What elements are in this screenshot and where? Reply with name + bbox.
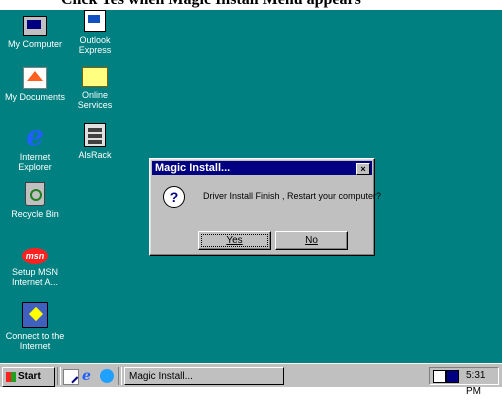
windows-logo-icon [6,372,16,382]
close-button[interactable]: × [356,163,370,175]
desktop-icon-label: Outlook Express [78,35,112,55]
tray-icon[interactable] [433,370,446,383]
question-icon: ? [163,186,185,208]
desktop-icon-online-services[interactable]: Online Services [60,61,130,110]
desktop-icon-label: Recycle Bin [11,209,59,219]
show-desktop-icon[interactable] [63,369,79,385]
desktop-icon-alsrack[interactable]: AlsRack [60,123,130,160]
desktop: My Computer Outlook Express My Documents… [0,10,502,363]
start-label: Start [18,371,41,382]
dialog-message: Driver Install Finish , Restart your com… [203,191,382,201]
dialog-title: Magic Install... [155,162,231,174]
taskbar-item-magic-install[interactable]: Magic Install... [124,367,284,385]
clock[interactable]: 5:31 PM [466,368,498,400]
folder-icon [82,67,108,87]
desktop-icon-label: Internet Explorer [18,152,52,172]
outlook-express-icon[interactable] [100,369,114,383]
system-tray: 5:31 PM [429,367,499,397]
internet-explorer-icon: e [26,119,44,152]
desktop-icon-msn[interactable]: msn Setup MSN Internet A... [0,242,70,287]
dialog-titlebar[interactable]: Magic Install... × [152,161,372,175]
magic-install-dialog: Magic Install... × ? Driver Install Fini… [149,158,381,256]
start-button[interactable]: Start [2,367,55,387]
page-header-cutoff: Click Yes when Magic Install Menu appear… [0,0,502,10]
outlook-express-icon [84,10,106,32]
desktop-icon-label: AlsRack [78,150,112,160]
taskbar-separator [118,367,122,385]
desktop-icon-label: Online Services [77,90,113,110]
desktop-icon-label: Setup MSN Internet A... [11,267,59,287]
instruction-text: Click Yes when Magic Install Menu appear… [61,0,361,9]
my-documents-icon [23,67,47,89]
desktop-icon-recycle-bin[interactable]: Recycle Bin [0,182,70,219]
desktop-icon-label: Connect to the Internet [5,331,65,351]
my-computer-icon [23,16,47,36]
desktop-icon-connect-internet[interactable]: Connect to the Internet [0,302,70,351]
desktop-icon-outlook-express[interactable]: Outlook Express [60,10,130,55]
connect-internet-icon [22,302,48,328]
msn-icon: msn [22,248,48,264]
internet-explorer-icon[interactable]: e [82,369,96,383]
taskbar-separator [57,367,61,385]
recycle-bin-icon [25,182,45,206]
yes-button[interactable]: Yes [198,231,271,250]
taskbar: Start e Magic Install... 5:31 PM [0,363,502,397]
no-button[interactable]: No [275,231,348,250]
alsrack-icon [84,123,106,147]
tray-icon[interactable] [446,370,459,383]
